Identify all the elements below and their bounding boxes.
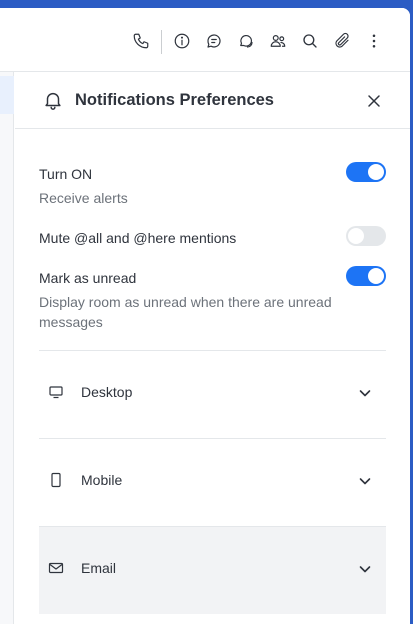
email-label: Email (81, 560, 117, 576)
mute-mentions-label: Mute @all and @here mentions (39, 230, 237, 246)
bell-icon (42, 89, 64, 111)
mute-mentions-toggle[interactable] (346, 226, 386, 246)
turn-on-label: Turn ON (39, 166, 93, 182)
discussion-icon[interactable] (236, 31, 256, 51)
mark-unread-label: Mark as unread (39, 270, 137, 286)
mark-unread-hint: Display room as unread when there are un… (39, 294, 332, 330)
message-list-edge (0, 72, 14, 624)
toggle-knob (368, 268, 384, 284)
close-icon[interactable] (364, 91, 384, 111)
room-header-toolbar (0, 8, 410, 72)
mobile-icon (48, 472, 64, 488)
turn-on-hint: Receive alerts (39, 190, 128, 206)
email-icon (48, 560, 64, 576)
desktop-section[interactable]: Desktop (39, 350, 386, 438)
threads-icon[interactable] (204, 31, 224, 51)
chevron-down-icon (358, 474, 372, 488)
panel-header: Notifications Preferences (15, 72, 410, 129)
toggle-knob (368, 164, 384, 180)
mobile-section[interactable]: Mobile (39, 438, 386, 526)
phone-icon[interactable] (131, 31, 151, 51)
attachment-icon[interactable] (332, 31, 352, 51)
toolbar-divider (161, 30, 162, 54)
members-icon[interactable] (268, 31, 288, 51)
app-window: Notifications Preferences Turn ON Receiv… (0, 8, 410, 624)
chevron-down-icon (358, 562, 372, 576)
toggle-knob (348, 228, 364, 244)
desktop-icon (48, 384, 64, 400)
info-icon[interactable] (172, 31, 192, 51)
chevron-down-icon (358, 386, 372, 400)
search-icon[interactable] (300, 31, 320, 51)
kebab-menu-icon[interactable] (364, 31, 384, 51)
notifications-preferences-panel: Notifications Preferences Turn ON Receiv… (15, 72, 410, 624)
email-section[interactable]: Email (39, 526, 386, 614)
turn-on-toggle[interactable] (346, 162, 386, 182)
mark-unread-toggle[interactable] (346, 266, 386, 286)
desktop-label: Desktop (81, 384, 133, 400)
mobile-label: Mobile (81, 472, 123, 488)
panel-title: Notifications Preferences (75, 91, 274, 109)
highlighted-message-edge (0, 76, 14, 114)
